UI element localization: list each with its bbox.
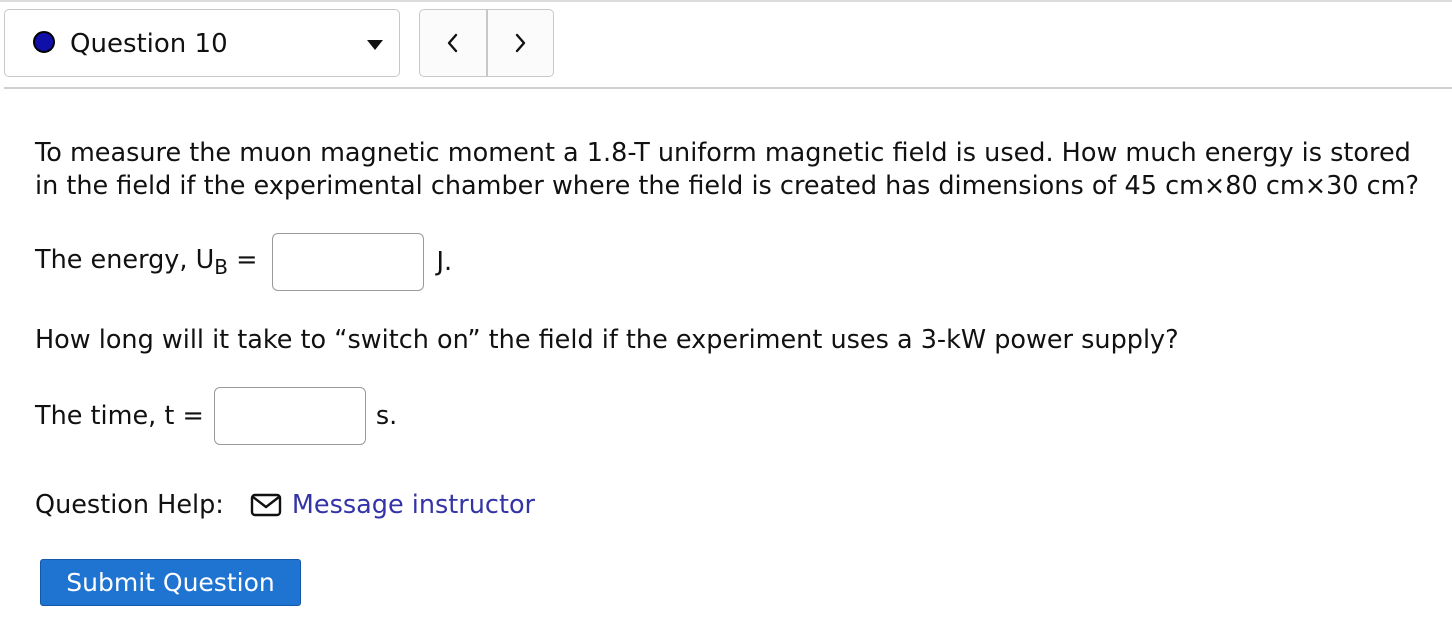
energy-answer-row: The energy, UB = J. (35, 233, 452, 291)
energy-input[interactable] (272, 233, 425, 291)
time-unit: s. (375, 401, 398, 431)
submit-question-button[interactable]: Submit Question (40, 559, 301, 606)
question-selector[interactable]: Question 10 (4, 9, 400, 77)
question-help-label: Question Help: (35, 490, 224, 520)
next-question-button[interactable] (488, 10, 554, 76)
previous-question-button[interactable] (420, 10, 486, 76)
header-divider (4, 87, 1452, 89)
question-status-dot (33, 31, 55, 53)
chevron-left-icon (447, 33, 457, 53)
top-border (0, 0, 1452, 2)
question-selector-label: Question 10 (70, 29, 228, 59)
chevron-right-icon (516, 33, 526, 53)
time-answer-row: The time, t = s. (35, 387, 397, 445)
envelope-icon (250, 493, 282, 517)
time-label: The time, t = (35, 401, 204, 431)
question-text: To measure the muon magnetic moment a 1.… (35, 138, 1420, 201)
energy-label: The energy, UB = (35, 245, 258, 279)
energy-unit: J. (436, 247, 453, 277)
question-nav (419, 9, 554, 77)
time-input[interactable] (213, 387, 366, 445)
message-instructor-link[interactable]: Message instructor (292, 490, 535, 520)
dropdown-caret-icon (367, 40, 383, 50)
question-help: Question Help: Message instructor (35, 490, 535, 520)
question-part2-text: How long will it take to “switch on” the… (35, 325, 1179, 355)
